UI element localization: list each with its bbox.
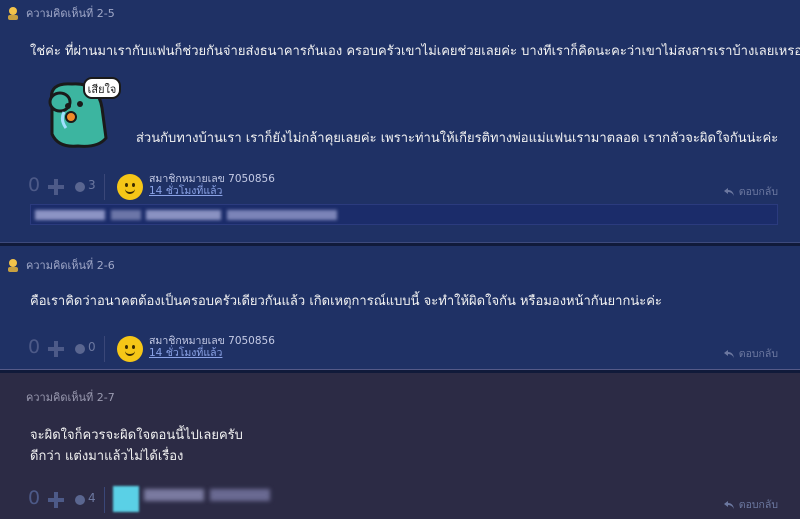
emotion-count: 3: [88, 178, 96, 192]
plus-vote-icon[interactable]: [48, 492, 64, 508]
reply-arrow-icon: [723, 500, 734, 509]
footer-divider: [104, 487, 105, 513]
plus-vote-icon[interactable]: [48, 341, 64, 357]
plus-vote-icon[interactable]: [48, 179, 64, 195]
comment-header: ความคิดเห็นที่ 2-7: [26, 387, 115, 407]
reply-label: ตอบกลับ: [738, 186, 778, 198]
comment-text-line: จะผิดใจก็ควรจะผิดใจตอนนี้ไปเลยครับ: [30, 428, 243, 443]
comment-footer: 0 3 สมาชิกหมายเลข 7050856 14 ชั่วโมงที่แ…: [0, 172, 800, 202]
comment-text-line: ดีกว่า แต่งมาแล้วไม่ได้เรื่อง: [30, 449, 184, 464]
vote-count: 0: [28, 336, 41, 358]
comment-number[interactable]: ความคิดเห็นที่ 2-6: [26, 256, 115, 274]
comment-2-5: ความคิดเห็นที่ 2-5 ใช่ค่ะ ที่ผ่านมาเรากั…: [0, 0, 800, 242]
vote-count: 0: [28, 174, 41, 196]
avatar[interactable]: [117, 174, 143, 200]
comment-number[interactable]: ความคิดเห็นที่ 2-7: [26, 388, 115, 406]
reply-label: ตอบกลับ: [738, 499, 778, 511]
reply-arrow-icon: [723, 187, 734, 196]
comment-2-6: ความคิดเห็นที่ 2-6 คือเราคิดว่าอนาคตต้อง…: [0, 246, 800, 369]
avatar[interactable]: [117, 336, 143, 362]
reply-button[interactable]: ตอบกลับ: [723, 345, 778, 362]
blurred-member-name: [144, 489, 204, 501]
reply-button[interactable]: ตอบกลับ: [723, 183, 778, 200]
emotion-icon[interactable]: [75, 495, 85, 505]
comment-text-line: ส่วนกับทางบ้านเรา เราก็ยังไม่กล้าคุยเลยค…: [136, 131, 779, 146]
emotion-icon[interactable]: [75, 344, 85, 354]
comment-text-line: ใช่ค่ะ ที่ผ่านมาเรากับแฟนก็ช่วยกันจ่ายส่…: [30, 44, 800, 59]
blurred-avatar[interactable]: [113, 486, 139, 512]
reply-button[interactable]: ตอบกลับ: [723, 496, 778, 513]
emotion-count: 0: [88, 340, 96, 354]
sad-sticker-icon: เสียใจ: [48, 77, 121, 148]
sticker-caption: เสียใจ: [88, 83, 117, 96]
member-mini-avatar-icon: [8, 7, 18, 20]
footer-divider: [104, 174, 105, 200]
comment-header: ความคิดเห็นที่ 2-5: [6, 3, 115, 23]
vote-count: 0: [28, 487, 41, 509]
comment-number[interactable]: ความคิดเห็นที่ 2-5: [26, 4, 115, 22]
footer-divider: [104, 336, 105, 362]
emotion-count: 4: [88, 491, 96, 505]
reply-arrow-icon: [723, 349, 734, 358]
member-name[interactable]: สมาชิกหมายเลข 7050856: [149, 335, 275, 347]
member-mini-avatar-icon: [8, 259, 18, 272]
reply-label: ตอบกลับ: [738, 348, 778, 360]
blurred-reply-bar: [30, 204, 778, 225]
member-name[interactable]: สมาชิกหมายเลข 7050856: [149, 173, 275, 185]
blurred-member-id: [210, 489, 270, 501]
timestamp[interactable]: 14 ชั่วโมงที่แล้ว: [149, 185, 222, 197]
comment-footer: 0 0 สมาชิกหมายเลข 7050856 14 ชั่วโมงที่แ…: [0, 334, 800, 364]
timestamp[interactable]: 14 ชั่วโมงที่แล้ว: [149, 347, 222, 359]
comment-header: ความคิดเห็นที่ 2-6: [6, 255, 115, 275]
emotion-icon[interactable]: [75, 182, 85, 192]
comment-text-line: คือเราคิดว่าอนาคตต้องเป็นครอบครัวเดียวกั…: [30, 294, 662, 309]
